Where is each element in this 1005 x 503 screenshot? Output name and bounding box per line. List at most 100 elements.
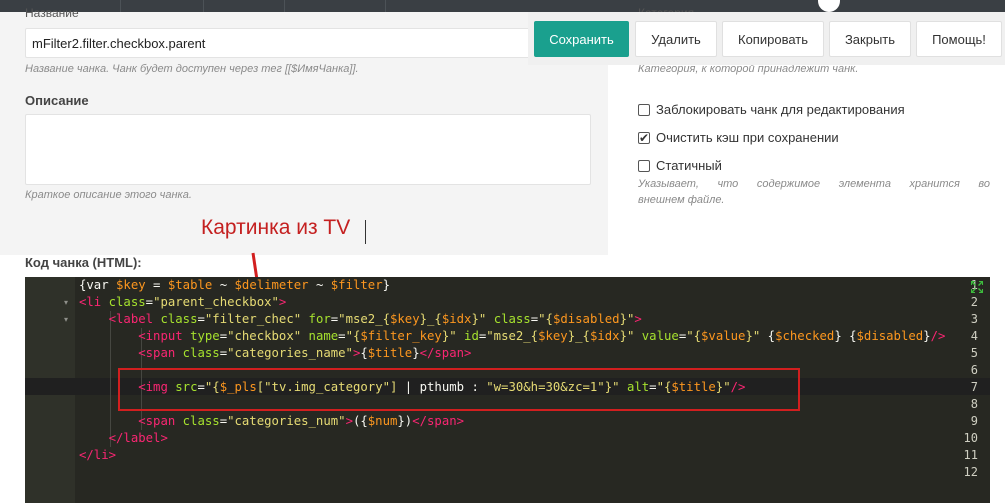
line-number: 6 [970,363,978,377]
code-token: "parent_checkbox" [153,295,279,309]
description-textarea[interactable] [25,114,591,185]
code-token: for [308,312,331,326]
code-token: $filter [330,278,383,292]
close-button[interactable]: Закрыть [829,21,911,57]
code-token: $title [367,346,413,360]
code-token: "{ [686,329,702,343]
line-number: 2 [970,295,978,309]
code-token: = [197,312,205,326]
code-token: $key [538,329,568,343]
top-tab[interactable] [204,0,285,12]
name-hint: Название чанка. Чанк будет доступен чере… [25,63,359,75]
static-hint-line2: внешнем файле. [638,194,725,206]
help-button[interactable]: Помощь! [916,21,1002,57]
annotation-text: Картинка из TV [201,216,351,239]
code-token: }" [441,329,457,343]
code-token: class [182,346,220,360]
code-token: $checked [775,329,835,343]
code-token: <span [138,414,183,428]
code-token: /> [930,329,946,343]
code-token: }" [745,329,761,343]
description-label: Описание [25,93,89,108]
code-token: { [360,346,368,360]
code-token: "mse2_{ [486,329,539,343]
lock-checkbox-label: Заблокировать чанк для редактирования [656,102,905,117]
code-token: id [464,329,479,343]
code-token: </li> [79,448,117,462]
code-token: "{ [345,329,361,343]
code-token: "filter_chec" [204,312,302,326]
code-token: { [760,329,776,343]
code-token: $key [116,278,146,292]
code-token: $disabled [856,329,924,343]
save-button[interactable]: Сохранить [534,21,629,57]
line-number: 3 [970,312,978,326]
copy-button[interactable]: Копировать [722,21,824,57]
code-line: <span class="categories_num">({$num})</s… [79,413,464,430]
static-checkbox-row[interactable]: Статичный [638,158,722,173]
clear-cache-checkbox-label: Очистить кэш при сохранении [656,130,839,145]
code-token: > [278,295,287,309]
delete-button[interactable]: Удалить [635,21,717,57]
lock-checkbox-row[interactable]: Заблокировать чанк для редактирования [638,102,905,117]
fold-arrow-icon[interactable]: ▾ [64,298,68,307]
code-token: <span [138,346,183,360]
gutter-active-line [25,378,75,395]
code-token: }) [397,414,413,428]
code-token: $num [367,414,398,428]
code-token: = [145,278,168,292]
code-token: > [345,414,353,428]
top-tab[interactable] [121,0,204,12]
code-line: </li> [79,447,116,464]
code-token: <label [108,312,161,326]
top-tab[interactable] [285,0,386,12]
fullscreen-icon[interactable] [970,280,984,294]
fold-arrow-icon[interactable]: ▾ [64,315,68,324]
lock-checkbox[interactable] [638,103,650,116]
code-token: ~ [308,278,331,292]
code-line: {var $key = $table ~ $delimeter ~ $filte… [79,277,390,294]
static-checkbox-label: Статичный [656,158,722,173]
code-token: ({ [352,414,368,428]
code-token: <input [138,329,191,343]
static-checkbox[interactable] [638,159,650,172]
code-token: "{ [538,312,553,326]
code-token: }_{ [419,312,442,326]
line-number: 11 [963,448,978,462]
code-token: class [108,295,146,309]
user-avatar[interactable] [818,0,840,12]
code-token: "categories_num" [227,414,346,428]
code-token: }" [619,312,635,326]
code-line: <span class="categories_name">{$title}</… [79,345,471,362]
clear-cache-checkbox[interactable]: ✔ [638,131,650,144]
description-hint: Краткое описание этого чанка. [25,189,192,201]
code-token: }" [471,312,487,326]
code-token: ~ [212,278,235,292]
code-token: = [145,295,154,309]
code-token: </label> [108,431,168,445]
code-token: > [634,312,642,326]
code-token: <li [79,295,109,309]
code-token: "categories_name" [227,346,353,360]
static-hint-line1: Указывает, что содержимое элемента храни… [638,178,990,190]
line-number: 4 [970,329,978,343]
editor-gutter [25,277,75,503]
clear-cache-checkbox-row[interactable]: ✔ Очистить кэш при сохранении [638,130,839,145]
code-token: } [382,278,391,292]
code-token: $delimeter [234,278,309,292]
name-input[interactable]: mFilter2.filter.checkbox.parent [25,28,591,58]
code-token: = [219,414,228,428]
code-token: $value [701,329,746,343]
code-token: = [338,329,346,343]
code-line: <input type="checkbox" name="{$filter_ke… [79,328,945,345]
code-line: <li class="parent_checkbox"> [79,294,286,311]
code-token: name [308,329,339,343]
code-token: = [219,346,228,360]
code-token: class [182,414,220,428]
code-token: = [219,329,228,343]
code-token: }" [619,329,635,343]
